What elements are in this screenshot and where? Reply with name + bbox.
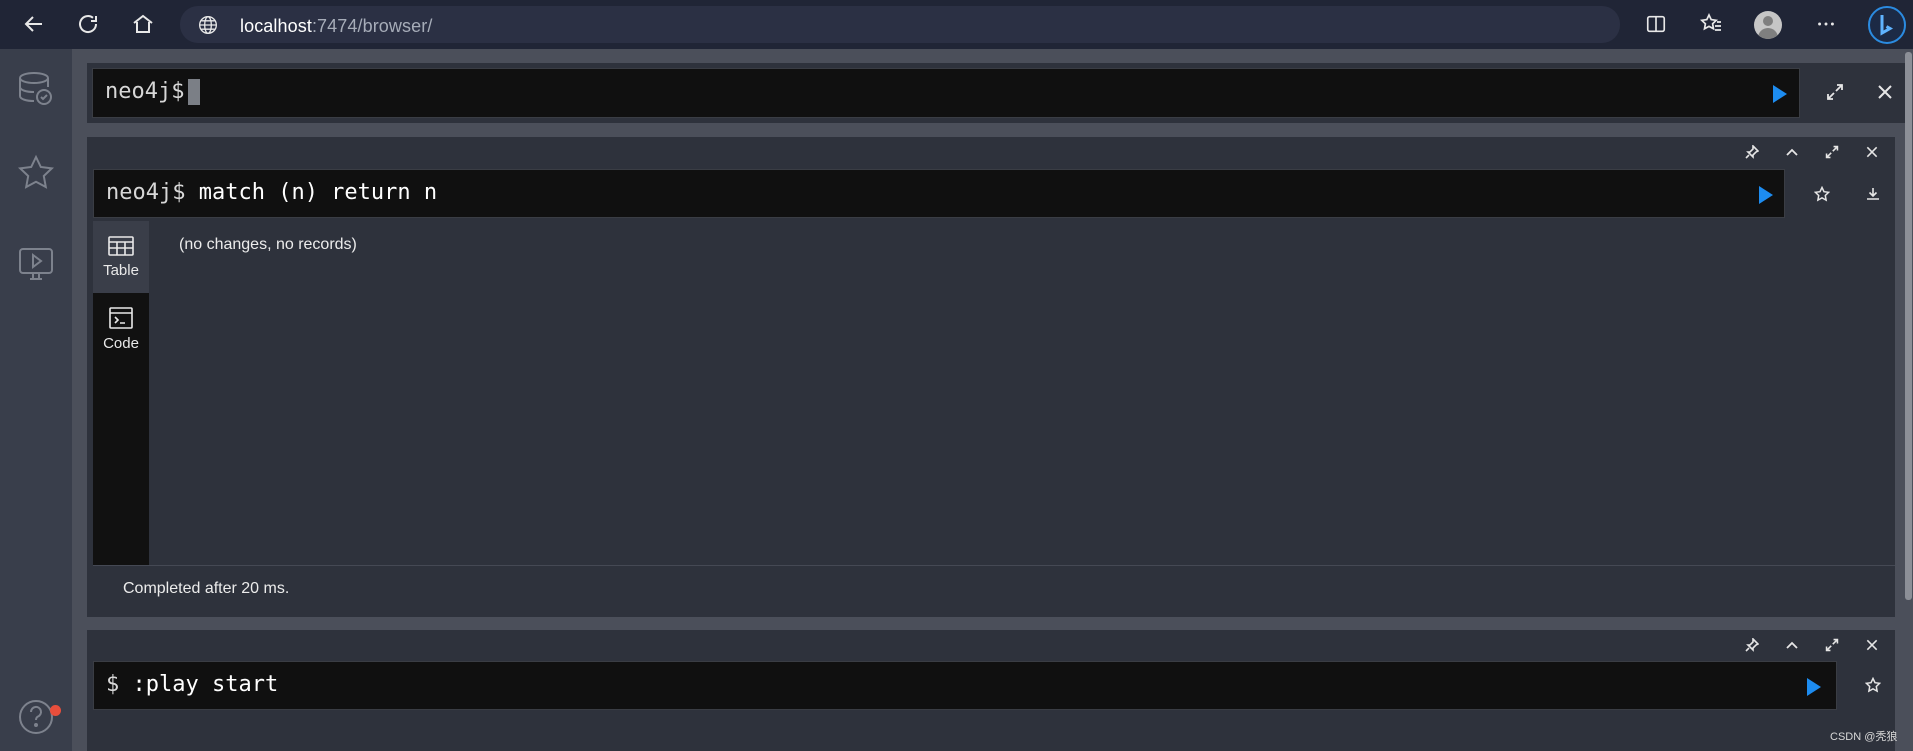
url-path: :7474/browser/ [311,16,433,36]
collapse-button[interactable] [1781,634,1803,656]
pin-icon [1745,145,1759,159]
result-view-tabs: Table Code [93,221,149,565]
split-screen-button[interactable] [1638,6,1674,42]
rerun-button[interactable] [1759,186,1773,204]
frame-command-input[interactable]: $ :play start [93,661,1837,710]
scrollbar[interactable] [1905,52,1912,600]
close-icon [1866,639,1878,651]
tab-code[interactable]: Code [93,293,149,365]
reload-icon [79,15,98,33]
editor-prompt: neo4j$ [105,79,185,104]
expand-icon [1827,84,1843,100]
frame-command-input[interactable]: neo4j$ match (n) return n [93,169,1785,218]
ellipsis-icon [1818,22,1834,26]
arrow-left-icon [24,16,42,32]
frame-prompt: neo4j$ [106,180,186,205]
close-icon [1866,146,1878,158]
url-text: localhost:7474/browser/ [240,16,432,37]
favorites-button[interactable] [1693,6,1729,42]
expand-icon [1825,638,1839,652]
main-editor-panel: neo4j$ [87,63,1905,123]
save-favorite-button[interactable] [1862,674,1884,696]
tab-table[interactable]: Table [93,221,149,293]
neo4j-sidebar [0,49,72,751]
favorites-icon[interactable] [16,153,56,193]
main-editor-input[interactable]: neo4j$ [92,68,1800,118]
text-cursor [188,79,201,105]
star-icon [1865,677,1881,693]
code-icon [109,306,133,329]
profile-avatar[interactable] [1754,11,1782,39]
fullscreen-button[interactable] [1824,81,1846,103]
chevron-up-icon [1786,641,1798,649]
favorites-star-icon [1699,13,1721,31]
more-menu-button[interactable] [1808,6,1844,42]
bing-icon [1880,15,1894,36]
home-icon [133,14,153,33]
collapse-button[interactable] [1781,141,1803,163]
split-screen-icon [1646,15,1666,33]
run-button[interactable] [1773,85,1787,103]
execution-time: Completed after 20 ms. [123,580,290,597]
database-icon[interactable] [16,69,56,109]
tab-code-label: Code [103,334,139,352]
frame-prompt: $ [106,672,120,697]
url-host: localhost [240,16,312,36]
globe-icon [199,16,217,34]
help-icon[interactable] [16,697,56,737]
result-status-bar: Completed after 20 ms. [93,565,1895,615]
download-icon [1867,188,1879,200]
frame-fullscreen-button[interactable] [1821,141,1843,163]
pin-icon [1745,638,1759,652]
pin-button[interactable] [1741,634,1763,656]
chevron-up-icon [1786,148,1798,156]
browser-toolbar: localhost:7474/browser/ [0,0,1913,49]
frame-command: :play start [132,672,279,697]
star-icon [1814,186,1830,202]
watermark: CSDN @秃狼 [1830,731,1898,743]
play-start-frame: $ :play start [87,630,1895,751]
back-button[interactable] [16,6,52,42]
reload-button[interactable] [70,6,106,42]
close-frame-button[interactable] [1861,141,1883,163]
home-button[interactable] [125,6,161,42]
clear-editor-button[interactable] [1874,81,1896,103]
export-button[interactable] [1862,183,1884,205]
guides-icon[interactable] [16,245,56,285]
result-message: (no changes, no records) [179,236,357,253]
frame-command: match (n) return n [198,180,438,205]
rerun-button[interactable] [1807,678,1821,696]
close-frame-button[interactable] [1861,634,1883,656]
tab-table-label: Table [103,261,139,279]
frame-fullscreen-button[interactable] [1821,634,1843,656]
result-frame: neo4j$ match (n) return n [87,137,1895,617]
close-icon [1878,85,1892,99]
address-bar[interactable]: localhost:7474/browser/ [180,6,1620,43]
pin-button[interactable] [1741,141,1763,163]
bing-copilot-button[interactable] [1868,6,1906,44]
expand-icon [1825,145,1839,159]
notification-badge [50,705,61,716]
save-favorite-button[interactable] [1811,183,1833,205]
table-icon [108,235,134,256]
